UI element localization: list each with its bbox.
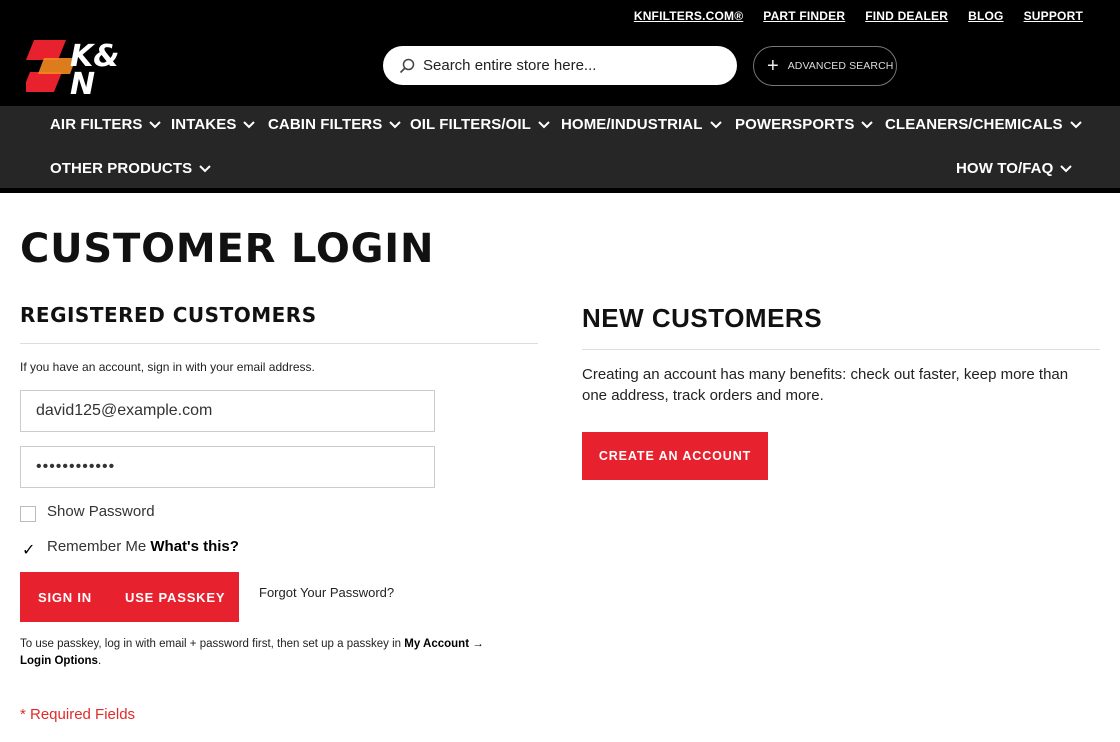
search-input[interactable] (423, 57, 703, 74)
my-account-link[interactable]: My Account → (404, 638, 483, 650)
remember-me-text: Remember Me (47, 538, 147, 555)
forgot-password-link[interactable]: Forgot Your Password? (259, 585, 394, 600)
toplink-blog[interactable]: BLOG (968, 9, 1003, 23)
divider (582, 349, 1100, 350)
toplink-find-dealer[interactable]: FIND DEALER (865, 9, 948, 23)
remember-me-checkbox[interactable]: ✓ (20, 541, 36, 559)
site-header: KNFILTERS.COM® PART FINDER FIND DEALER B… (0, 0, 1120, 106)
top-links: KNFILTERS.COM® PART FINDER FIND DEALER B… (634, 9, 1083, 23)
email-field[interactable]: david125@example.com (20, 390, 435, 432)
divider (20, 343, 538, 344)
page-title: CUSTOMER LOGIN (20, 226, 435, 272)
chevron-down-icon (389, 120, 402, 128)
nav-cabin-filters-label: CABIN FILTERS (268, 116, 383, 133)
nav-cleaners-label: CLEANERS/CHEMICALS (885, 116, 1063, 133)
advanced-search-button[interactable]: + ADVANCED SEARCH (753, 46, 897, 86)
show-password-checkbox[interactable] (20, 506, 36, 522)
registered-intro: If you have an account, sign in with you… (20, 360, 315, 374)
toplink-knfilters[interactable]: KNFILTERS.COM® (634, 9, 743, 23)
nav-cleaners-chemicals[interactable]: CLEANERS/CHEMICALS (885, 116, 1082, 133)
chevron-down-icon (1069, 120, 1082, 128)
nav-how-to-faq[interactable]: HOW TO/FAQ (956, 160, 1073, 177)
nav-home-industrial[interactable]: HOME/INDUSTRIAL (561, 116, 722, 133)
nav-divider (0, 188, 1120, 193)
chevron-down-icon (861, 120, 874, 128)
chevron-down-icon (709, 120, 722, 128)
nav-intakes-label: INTAKES (171, 116, 237, 133)
toplink-support[interactable]: SUPPORT (1024, 9, 1083, 23)
chevron-down-icon (538, 120, 550, 128)
nav-powersports-label: POWERSPORTS (735, 116, 855, 133)
nav-intakes[interactable]: INTAKES (171, 116, 256, 133)
nav-cabin-filters[interactable]: CABIN FILTERS (268, 116, 402, 133)
use-passkey-button[interactable]: USE PASSKEY (125, 590, 225, 605)
nav-powersports[interactable]: POWERSPORTS (735, 116, 874, 133)
nav-air-filters-label: AIR FILTERS (50, 116, 143, 133)
passkey-note: To use passkey, log in with email + pass… (20, 636, 540, 670)
show-password-label: Show Password (47, 503, 155, 520)
passkey-note-text: To use passkey, log in with email + pass… (20, 638, 405, 650)
checkmark-icon: ✓ (22, 542, 36, 559)
nav-other-products-label: OTHER PRODUCTS (50, 160, 193, 177)
chevron-down-icon (149, 120, 162, 128)
kn-logo[interactable]: K& N (26, 38, 142, 96)
svg-text:N: N (70, 67, 95, 96)
registered-customers-title: REGISTERED CUSTOMERS (20, 303, 317, 327)
nav-home-industrial-label: HOME/INDUSTRIAL (561, 116, 703, 133)
main-nav: AIR FILTERS INTAKES CABIN FILTERS OIL FI… (0, 106, 1120, 188)
nav-oil-filters-label: OIL FILTERS/OIL (410, 116, 531, 133)
chevron-down-icon (243, 120, 256, 128)
nav-other-products[interactable]: OTHER PRODUCTS (50, 160, 211, 177)
create-account-button[interactable]: CREATE AN ACCOUNT (582, 432, 768, 480)
whats-this-link[interactable]: What's this? (150, 538, 239, 555)
passkey-note-end: . (97, 655, 102, 667)
chevron-down-icon (1060, 164, 1073, 172)
toplink-part-finder[interactable]: PART FINDER (763, 9, 845, 23)
login-button-group: SIGN IN USE PASSKEY (20, 572, 239, 622)
new-customers-title: NEW CUSTOMERS (582, 303, 823, 333)
nav-oil-filters[interactable]: OIL FILTERS/OIL (410, 116, 550, 133)
plus-icon: + (767, 55, 779, 77)
password-field[interactable]: •••••••••••• (20, 446, 435, 488)
sign-in-button[interactable]: SIGN IN (38, 590, 92, 605)
nav-howto-label: HOW TO/FAQ (956, 160, 1054, 177)
chevron-down-icon (199, 164, 211, 172)
advanced-search-label: ADVANCED SEARCH (787, 60, 894, 72)
nav-air-filters[interactable]: AIR FILTERS (50, 116, 162, 133)
required-fields-note: * Required Fields (20, 706, 136, 723)
search-box[interactable] (383, 46, 737, 85)
new-customers-text: Creating an account has many benefits: c… (582, 366, 1069, 404)
login-options-link[interactable]: Login Options (20, 655, 98, 667)
remember-me-label: Remember Me What's this? (47, 538, 239, 555)
search-icon (399, 58, 415, 73)
